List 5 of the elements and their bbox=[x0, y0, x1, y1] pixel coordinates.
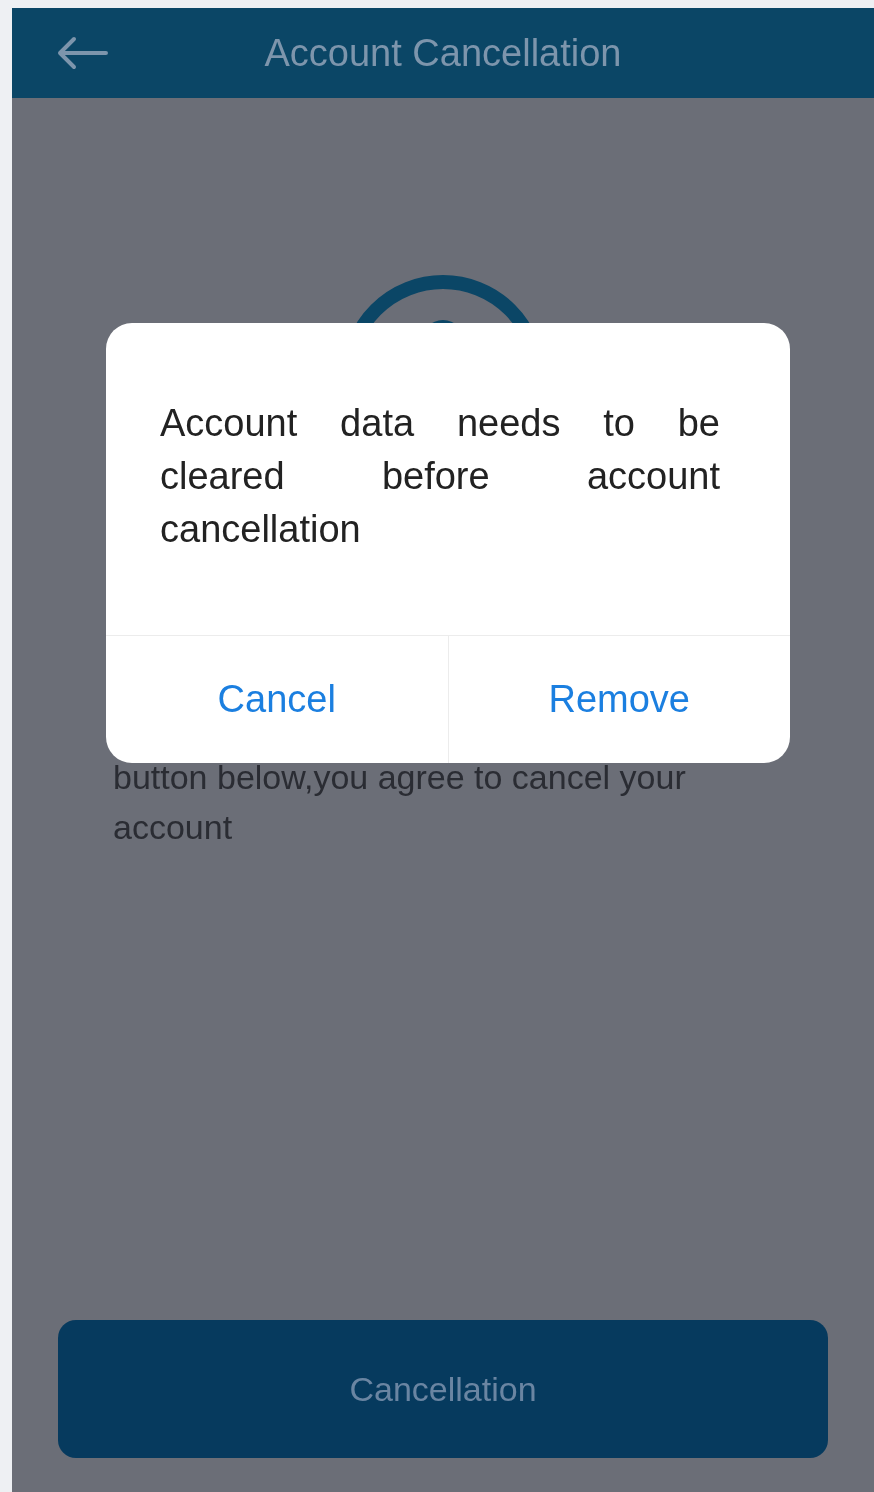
dialog-button[interactable]: Remove bbox=[447, 636, 790, 763]
cancellation-button[interactable]: Cancellation bbox=[58, 1320, 828, 1458]
dialog-message: Account data needs to be cleared before account cancellation bbox=[160, 401, 720, 552]
back-arrow-icon[interactable] bbox=[56, 36, 108, 70]
header-title: Account Cancellation bbox=[263, 30, 623, 76]
